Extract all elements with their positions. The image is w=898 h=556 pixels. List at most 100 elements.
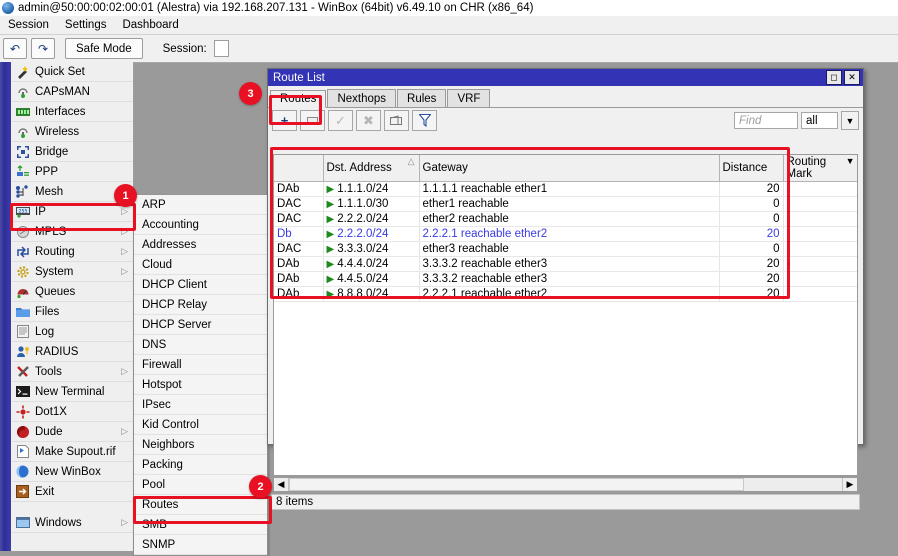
ip-flyout-item-kid-control[interactable]: Kid Control (134, 415, 267, 435)
table-row[interactable]: DAb ▶4.4.5.0/24 3.3.3.2 reachable ether3… (274, 272, 857, 287)
tab-routes[interactable]: Routes (270, 90, 326, 108)
chevron-down-icon[interactable]: ▼ (846, 156, 855, 166)
sidebar-item-dude[interactable]: Dude ▷ (11, 422, 133, 442)
ip-flyout-item-hotspot[interactable]: Hotspot (134, 375, 267, 395)
table-header-row: Dst. Address △ Gateway Distance Routing … (274, 155, 857, 182)
ip-flyout-item-smb[interactable]: SMB (134, 515, 267, 535)
scrollbar-thumb[interactable] (289, 478, 744, 491)
table-row[interactable]: DAb ▶4.4.4.0/24 3.3.3.2 reachable ether3… (274, 257, 857, 272)
column-header-distance[interactable]: Distance (719, 155, 783, 182)
ip-flyout-item-routes[interactable]: Routes (134, 495, 267, 515)
sidebar-item-exit[interactable]: Exit (11, 482, 133, 502)
column-header-routing-mark[interactable]: Routing Mark ▼ (783, 155, 857, 182)
minus-icon[interactable] (300, 110, 325, 131)
ip-flyout-item-arp[interactable]: ARP (134, 195, 267, 215)
horizontal-scrollbar[interactable]: ◀ ▶ (273, 477, 858, 492)
comment-icon[interactable] (384, 110, 409, 131)
annotation-badge-1: 1 (114, 184, 137, 207)
sidebar-item-quick-set[interactable]: Quick Set (11, 62, 133, 82)
session-label: Session: (163, 43, 207, 55)
table-row[interactable]: DAC ▶2.2.2.0/24 ether2 reachable 0 (274, 212, 857, 227)
redo-arrow-icon[interactable]: ↷ (31, 38, 55, 59)
sidebar-item-radius[interactable]: RADIUS (11, 342, 133, 362)
filter-scope-select[interactable]: all (801, 112, 838, 129)
sidebar-item-label: Interfaces (35, 106, 86, 118)
ip-flyout-item-pool[interactable]: Pool (134, 475, 267, 495)
route-arrow-icon: ▶ (327, 274, 335, 285)
column-header-flags[interactable] (274, 155, 323, 182)
tab-vrf[interactable]: VRF (447, 89, 490, 107)
undo-arrow-icon[interactable]: ↶ (3, 38, 27, 59)
sidebar-item-dot1x[interactable]: Dot1X (11, 402, 133, 422)
cell-dst-address: ▶1.1.1.0/24 (323, 182, 419, 197)
scroll-left-icon[interactable]: ◀ (274, 478, 289, 491)
cross-icon[interactable]: ✖ (356, 110, 381, 131)
sidebar-item-log[interactable]: Log (11, 322, 133, 342)
safe-mode-button[interactable]: Safe Mode (65, 38, 143, 59)
scroll-right-icon[interactable]: ▶ (842, 478, 857, 491)
sidebar-item-label: Exit (35, 486, 54, 498)
ip-flyout-item-accounting[interactable]: Accounting (134, 215, 267, 235)
queues-icon (15, 284, 30, 299)
ip-flyout-item-dhcp-client[interactable]: DHCP Client (134, 275, 267, 295)
sidebar-item-capsman[interactable]: CAPsMAN (11, 82, 133, 102)
chevron-down-icon[interactable]: ▼ (841, 111, 859, 130)
sidebar-item-new-winbox[interactable]: New WinBox (11, 462, 133, 482)
routes-table-container[interactable]: Dst. Address △ Gateway Distance Routing … (273, 154, 858, 476)
cell-distance: 20 (719, 182, 783, 197)
ip-flyout-item-dns[interactable]: DNS (134, 335, 267, 355)
table-row[interactable]: DAb ▶8.8.8.0/24 2.2.2.1 reachable ether2… (274, 287, 857, 302)
ip-flyout-item-firewall[interactable]: Firewall (134, 355, 267, 375)
tab-nexthops[interactable]: Nexthops (327, 89, 396, 107)
sidebar-item-interfaces[interactable]: Interfaces (11, 102, 133, 122)
table-row[interactable]: DAb ▶1.1.1.0/24 1.1.1.1 reachable ether1… (274, 182, 857, 197)
sidebar-item-tools[interactable]: Tools ▷ (11, 362, 133, 382)
maximize-icon[interactable]: ◻ (826, 70, 842, 85)
sidebar-item-ppp[interactable]: PPP (11, 162, 133, 182)
ip-flyout-item-neighbors[interactable]: Neighbors (134, 435, 267, 455)
ip-flyout-item-cloud[interactable]: Cloud (134, 255, 267, 275)
table-row[interactable]: DAC ▶1.1.1.0/30 ether1 reachable 0 (274, 197, 857, 212)
cell-routing-mark (783, 242, 857, 257)
sidebar-item-mpls[interactable]: MPLS ▷ (11, 222, 133, 242)
sidebar-item-ip[interactable]: 255 IP ▷ (11, 202, 133, 222)
table-row[interactable]: DAC ▶3.3.3.0/24 ether3 reachable 0 (274, 242, 857, 257)
check-icon[interactable]: ✓ (328, 110, 353, 131)
table-row[interactable]: Db ▶2.2.2.0/24 2.2.2.1 reachable ether2 … (274, 227, 857, 242)
menu-settings[interactable]: Settings (57, 18, 115, 32)
ip-flyout-item-dhcp-server[interactable]: DHCP Server (134, 315, 267, 335)
plus-icon[interactable]: + (272, 110, 297, 131)
sidebar-item-label: Make Supout.rif (35, 446, 116, 458)
tab-rules[interactable]: Rules (397, 89, 446, 107)
ip-flyout-item-addresses[interactable]: Addresses (134, 235, 267, 255)
sidebar-item-windows[interactable]: Windows ▷ (11, 513, 133, 533)
cell-dst-address: ▶2.2.2.0/24 (323, 227, 419, 242)
sidebar-item-routing[interactable]: Routing ▷ (11, 242, 133, 262)
sidebar-item-queues[interactable]: Queues (11, 282, 133, 302)
sidebar-item-system[interactable]: System ▷ (11, 262, 133, 282)
menu-dashboard[interactable]: Dashboard (114, 18, 186, 32)
close-icon[interactable]: ✕ (844, 70, 860, 85)
sidebar-item-files[interactable]: Files (11, 302, 133, 322)
menubar: Session Settings Dashboard (0, 16, 898, 35)
column-header-gateway[interactable]: Gateway (419, 155, 719, 182)
session-input[interactable] (214, 40, 229, 57)
ip-flyout-item-snmp[interactable]: SNMP (134, 535, 267, 555)
sidebar-item-wireless[interactable]: Wireless (11, 122, 133, 142)
ip-flyout-item-ipsec[interactable]: IPsec (134, 395, 267, 415)
supout-file-icon (15, 444, 30, 459)
sidebar-item-make-supout[interactable]: Make Supout.rif (11, 442, 133, 462)
chevron-right-icon: ▷ (121, 206, 128, 217)
cell-dst-address: ▶4.4.5.0/24 (323, 272, 419, 287)
ip-flyout-item-dhcp-relay[interactable]: DHCP Relay (134, 295, 267, 315)
ip-flyout-item-packing[interactable]: Packing (134, 455, 267, 475)
annotation-badge-3: 3 (239, 82, 262, 105)
menu-session[interactable]: Session (0, 18, 57, 32)
funnel-icon[interactable] (412, 110, 437, 131)
find-input[interactable]: Find (734, 112, 798, 129)
sidebar-item-label: Mesh (35, 186, 63, 198)
sidebar-item-new-terminal[interactable]: New Terminal (11, 382, 133, 402)
sidebar-item-label: Queues (35, 286, 75, 298)
sidebar-item-bridge[interactable]: Bridge (11, 142, 133, 162)
column-header-dst-address[interactable]: Dst. Address △ (323, 155, 419, 182)
